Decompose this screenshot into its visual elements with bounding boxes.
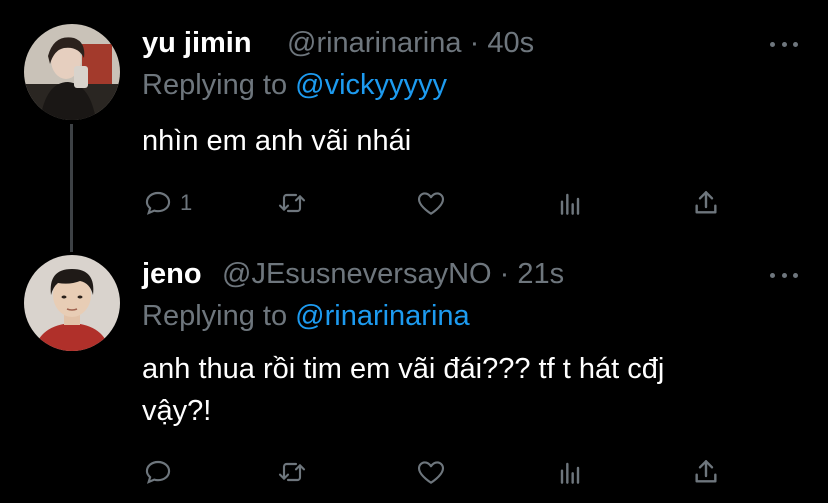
- analytics-icon: [560, 462, 580, 484]
- replying-to-prefix: Replying to: [142, 69, 288, 101]
- user-handle[interactable]: @rinarinarina: [287, 27, 462, 59]
- like-button[interactable]: [415, 455, 453, 489]
- reply-button[interactable]: [142, 455, 180, 489]
- reply-button[interactable]: 1: [142, 186, 192, 220]
- analytics-button[interactable]: [554, 455, 586, 489]
- retweet-icon: [278, 462, 306, 482]
- tweet-meta: @JEsusneversayNO · 21s: [222, 258, 564, 291]
- meta-separator: ·: [499, 258, 510, 290]
- share-icon: [695, 460, 717, 483]
- tweet-actions: 1: [0, 186, 828, 220]
- share-button[interactable]: [690, 186, 722, 220]
- analytics-icon: [560, 193, 580, 215]
- tweet-actions: [0, 455, 828, 489]
- retweet-button[interactable]: [276, 455, 314, 489]
- reply-count: 1: [180, 190, 193, 215]
- user-handle[interactable]: @JEsusneversayNO: [222, 258, 492, 290]
- tweet-2[interactable]: jeno @JEsusneversayNO · 21s Replying to …: [0, 245, 828, 503]
- retweet-button[interactable]: [276, 186, 314, 220]
- tweet-text: anh thua rồi tim em vãi đái??? tf t hát …: [142, 353, 665, 427]
- display-name[interactable]: yu jimin: [142, 27, 252, 60]
- replying-to-prefix: Replying to: [142, 300, 288, 332]
- replying-to: Replying to @rinarinarina: [142, 300, 470, 333]
- meta-separator: ·: [469, 27, 480, 59]
- replying-to: Replying to @vickyyyyy: [142, 69, 447, 102]
- avatar-jeno[interactable]: [24, 255, 120, 351]
- like-icon: [417, 461, 445, 484]
- share-button[interactable]: [690, 455, 722, 489]
- more-icon[interactable]: [770, 271, 798, 279]
- share-icon: [695, 191, 717, 214]
- replying-to-mention[interactable]: @vickyyyyy: [295, 69, 447, 101]
- replying-to-mention[interactable]: @rinarinarina: [295, 300, 470, 332]
- retweet-icon: [278, 193, 306, 213]
- tweet-text: nhìn em anh vãi nhái: [142, 125, 412, 157]
- like-icon: [417, 192, 445, 215]
- tweet-1[interactable]: yu jimin @rinarinarina · 40s Replying to…: [0, 0, 828, 245]
- reply-icon: [145, 460, 171, 484]
- tweet-meta: @rinarinarina · 40s: [287, 27, 534, 60]
- analytics-button[interactable]: [554, 186, 586, 220]
- avatar-yu-jimin[interactable]: [24, 24, 120, 120]
- reply-icon: [145, 191, 171, 215]
- display-name[interactable]: jeno: [142, 258, 202, 291]
- timestamp[interactable]: 40s: [487, 27, 534, 59]
- like-button[interactable]: [415, 186, 453, 220]
- more-icon[interactable]: [770, 40, 798, 48]
- timestamp[interactable]: 21s: [517, 258, 564, 290]
